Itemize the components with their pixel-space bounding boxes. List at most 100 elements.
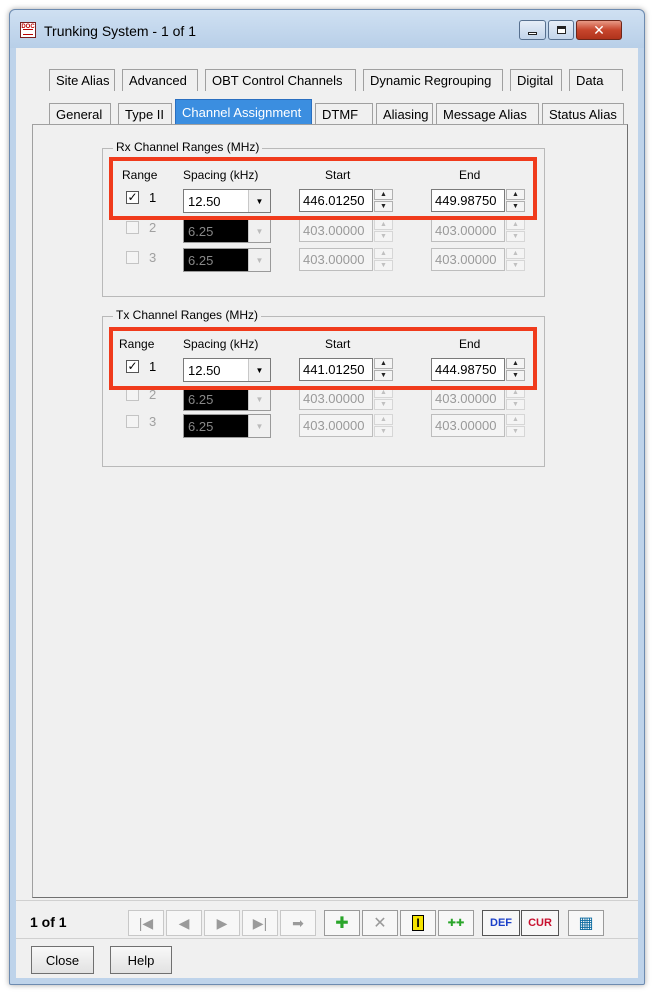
rx-range-1-spacing-value: 12.50 xyxy=(188,194,221,209)
add-record-button[interactable]: ✚ xyxy=(324,910,360,936)
maximize-button[interactable] xyxy=(548,20,574,40)
spin-down-icon[interactable]: ▼ xyxy=(506,201,525,212)
rx-range-2-start-field: 403.00000 xyxy=(299,219,373,242)
current-button[interactable]: CUR xyxy=(521,910,559,936)
tab-aliasing[interactable]: Aliasing xyxy=(376,103,433,125)
trunking-system-window: DOC Trunking System - 1 of 1 ✕ Site Alia… xyxy=(9,9,645,985)
rx-range-1-label: 1 xyxy=(149,190,157,205)
spin-down-icon[interactable]: ▼ xyxy=(374,201,393,212)
spin-up-icon: ▲ xyxy=(506,387,525,398)
minimize-button[interactable] xyxy=(519,20,546,40)
tx-range-1-checkbox[interactable]: ✓ xyxy=(126,360,139,373)
close-window-button[interactable]: ✕ xyxy=(576,20,622,40)
window-title: Trunking System - 1 of 1 xyxy=(44,23,196,39)
tx-range-2-end-field: 403.00000 xyxy=(431,387,505,410)
next-record-icon: ▶ xyxy=(216,914,228,931)
insert-icon: I xyxy=(412,915,424,931)
tab-site-alias[interactable]: Site Alias xyxy=(49,69,115,91)
tx-range-1-end-spinner[interactable]: ▲ ▼ xyxy=(506,358,525,381)
rx-range-2-end-field: 403.00000 xyxy=(431,219,505,242)
rx-range-1-end-field[interactable]: 449.98750 xyxy=(431,189,505,212)
tx-range-1-start-field[interactable]: 441.01250 xyxy=(299,358,373,381)
tab-general[interactable]: General xyxy=(49,103,111,125)
tab-data[interactable]: Data xyxy=(569,69,623,91)
tx-header-spacing: Spacing (kHz) xyxy=(183,337,259,351)
rx-range-2-spacing-value: 6.25 xyxy=(188,224,214,239)
spin-down-icon[interactable]: ▼ xyxy=(506,370,525,381)
spin-down-icon: ▼ xyxy=(374,426,393,437)
help-button[interactable]: Help xyxy=(110,946,172,974)
rx-range-2-spacing-select: 6.25 ▼ xyxy=(183,219,271,243)
chevron-down-icon[interactable]: ▼ xyxy=(248,359,270,381)
tab-advanced[interactable]: Advanced xyxy=(122,69,198,91)
chevron-down-icon: ▼ xyxy=(248,249,270,271)
last-record-button[interactable]: ▶| xyxy=(242,910,278,936)
tab-status-alias[interactable]: Status Alias xyxy=(542,103,624,125)
tx-range-3-checkbox xyxy=(126,415,139,428)
tab-message-alias[interactable]: Message Alias xyxy=(436,103,539,125)
tab-digital[interactable]: Digital xyxy=(510,69,562,91)
tab-channel-assignment[interactable]: Channel Assignment xyxy=(175,99,312,125)
tab-dtmf[interactable]: DTMF xyxy=(315,103,373,125)
insert-record-button[interactable]: I xyxy=(400,910,436,936)
spin-up-icon: ▲ xyxy=(506,248,525,259)
chevron-down-icon: ▼ xyxy=(248,415,270,437)
first-record-icon: |◀ xyxy=(138,914,154,931)
tx-group-title: Tx Channel Ranges (MHz) xyxy=(113,308,262,322)
chevron-down-icon: ▼ xyxy=(248,220,270,242)
spin-up-icon[interactable]: ▲ xyxy=(506,358,525,369)
rx-group-title: Rx Channel Ranges (MHz) xyxy=(113,140,263,154)
spin-up-icon: ▲ xyxy=(374,414,393,425)
spin-up-icon: ▲ xyxy=(506,219,525,230)
goto-arrow-icon: ➡ xyxy=(292,914,304,931)
rx-header-range: Range xyxy=(122,168,158,182)
spin-up-icon[interactable]: ▲ xyxy=(374,358,393,369)
close-button[interactable]: Close xyxy=(31,946,94,974)
rx-range-1-checkbox[interactable]: ✓ xyxy=(126,191,139,204)
tx-range-2-start-spinner: ▲ ▼ xyxy=(374,387,393,410)
grid-icon: ▦ xyxy=(578,915,594,932)
rx-range-2-start-spinner: ▲ ▼ xyxy=(374,219,393,242)
spin-up-icon: ▲ xyxy=(506,414,525,425)
tx-range-3-spacing-value: 6.25 xyxy=(188,419,214,434)
previous-record-button[interactable]: ◀ xyxy=(166,910,202,936)
rx-range-3-start-field: 403.00000 xyxy=(299,248,373,271)
close-icon: ✕ xyxy=(593,21,605,38)
spin-up-icon: ▲ xyxy=(374,248,393,259)
grid-view-button[interactable]: ▦ xyxy=(568,910,604,936)
default-button[interactable]: DEF xyxy=(482,910,520,936)
rx-header-spacing: Spacing (kHz) xyxy=(183,168,259,182)
tab-obt-control-channels[interactable]: OBT Control Channels xyxy=(205,69,356,91)
rx-range-1-spacing-select[interactable]: 12.50 ▼ xyxy=(183,189,271,213)
add-icon: ✚ xyxy=(335,915,349,932)
delete-record-button[interactable]: ✕ xyxy=(362,910,398,936)
chevron-down-icon: ▼ xyxy=(248,388,270,410)
record-count: 1 of 1 xyxy=(30,914,67,930)
cur-label: CUR xyxy=(528,917,552,929)
copy-icon: ✚✚ xyxy=(447,917,465,929)
spin-up-icon[interactable]: ▲ xyxy=(374,189,393,200)
chevron-down-icon[interactable]: ▼ xyxy=(248,190,270,212)
rx-range-2-label: 2 xyxy=(149,220,157,235)
goto-record-button[interactable]: ➡ xyxy=(280,910,316,936)
previous-record-icon: ◀ xyxy=(178,914,190,931)
tx-range-1-end-field[interactable]: 444.98750 xyxy=(431,358,505,381)
tab-dynamic-regrouping[interactable]: Dynamic Regrouping xyxy=(363,69,503,91)
copy-record-button[interactable]: ✚✚ xyxy=(438,910,474,936)
next-record-button[interactable]: ▶ xyxy=(204,910,240,936)
rx-range-1-start-field[interactable]: 446.01250 xyxy=(299,189,373,212)
tab-type-ii[interactable]: Type II xyxy=(118,103,172,125)
first-record-button[interactable]: |◀ xyxy=(128,910,164,936)
tx-range-3-start-field: 403.00000 xyxy=(299,414,373,437)
tx-range-3-label: 3 xyxy=(149,414,157,429)
spin-down-icon[interactable]: ▼ xyxy=(374,370,393,381)
spin-down-icon: ▼ xyxy=(374,260,393,271)
tx-range-1-spacing-select[interactable]: 12.50 ▼ xyxy=(183,358,271,382)
rx-range-1-start-spinner[interactable]: ▲ ▼ xyxy=(374,189,393,212)
spin-down-icon: ▼ xyxy=(506,231,525,242)
spin-up-icon[interactable]: ▲ xyxy=(506,189,525,200)
tx-range-2-spacing-select: 6.25 ▼ xyxy=(183,387,271,411)
spin-up-icon: ▲ xyxy=(374,387,393,398)
tx-range-1-start-spinner[interactable]: ▲ ▼ xyxy=(374,358,393,381)
rx-range-1-end-spinner[interactable]: ▲ ▼ xyxy=(506,189,525,212)
